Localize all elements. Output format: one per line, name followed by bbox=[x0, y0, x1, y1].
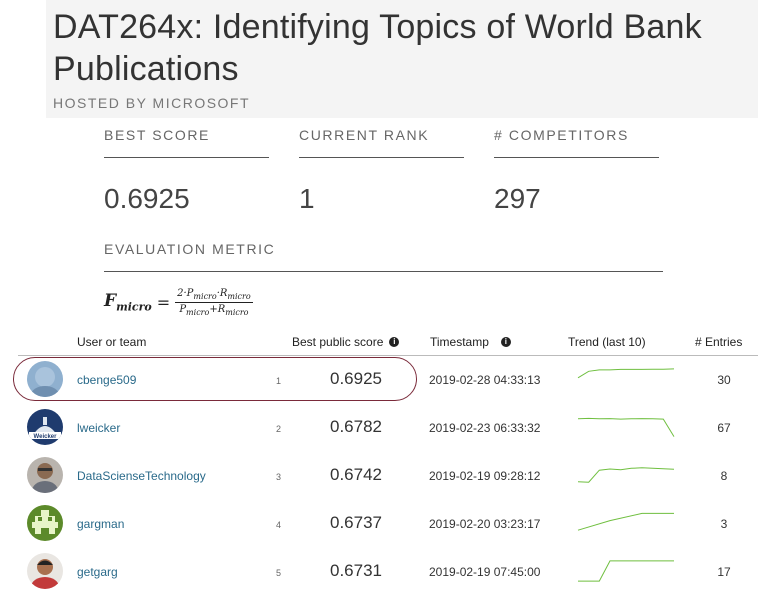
denominator-plus: +R bbox=[209, 303, 226, 315]
trend-line bbox=[577, 467, 675, 483]
hosted-by-label: HOSTED BY MICROSOFT bbox=[53, 95, 251, 111]
competition-title: DAT264x: Identifying Topics of World Ban… bbox=[53, 8, 702, 88]
rank-number: 4 bbox=[276, 520, 282, 530]
best-public-score: 0.6782 bbox=[330, 417, 382, 436]
timestamp: 2019-02-28 04:33:13 bbox=[429, 373, 541, 387]
competition-header: DAT264x: Identifying Topics of World Ban… bbox=[46, 0, 758, 118]
entries-count: 3 bbox=[720, 517, 728, 531]
competitors-rule bbox=[494, 157, 659, 158]
info-icon[interactable]: i bbox=[500, 337, 511, 347]
denominator-sub-1: micro bbox=[186, 307, 210, 317]
highlight-outline bbox=[13, 357, 417, 401]
formula-fraction: 2·Pmicro·Rmicro Pmicro+Rmicro bbox=[175, 288, 253, 317]
table-row: gargman 4 0.6737 2019-02-20 03:23:17 3 bbox=[0, 500, 762, 548]
competitors-label: # COMPETITORS bbox=[494, 127, 629, 143]
table-row: getgarg 5 0.6731 2019-02-19 07:45:00 17 bbox=[0, 548, 762, 596]
entries-count: 67 bbox=[717, 421, 731, 435]
formula-lhs: Fmicro bbox=[104, 291, 152, 313]
avatar[interactable] bbox=[27, 553, 63, 589]
formula-equals: = bbox=[156, 292, 171, 312]
timestamp: 2019-02-20 03:23:17 bbox=[429, 517, 541, 531]
username-link[interactable]: DataScienseTechnology bbox=[77, 469, 206, 483]
table-row: Weicker lweicker 2 0.6782 2019-02-23 06:… bbox=[0, 404, 762, 452]
username-link[interactable]: gargman bbox=[77, 517, 124, 531]
timestamp: 2019-02-23 06:33:32 bbox=[429, 421, 541, 435]
info-icon[interactable]: i bbox=[389, 337, 400, 347]
timestamp: 2019-02-19 09:28:12 bbox=[429, 469, 541, 483]
trend-sparkline bbox=[577, 417, 675, 437]
trend-line bbox=[577, 417, 675, 437]
column-header-entries[interactable]: # Entries bbox=[695, 335, 742, 349]
entries-count: 8 bbox=[720, 469, 728, 483]
column-header-entries-label: # Entries bbox=[695, 335, 743, 349]
column-header-user-label: User or team bbox=[77, 335, 147, 349]
best-score-rule bbox=[104, 157, 269, 158]
entries-count: 17 bbox=[717, 565, 731, 579]
trend-line bbox=[577, 368, 675, 379]
column-header-user[interactable]: User or team bbox=[77, 335, 146, 349]
competitors-value: 297 bbox=[494, 183, 541, 214]
formula-numerator: 2·Pmicro·Rmicro bbox=[175, 288, 253, 303]
column-header-best-score[interactable]: Best public score i bbox=[292, 335, 400, 349]
avatar[interactable]: Weicker bbox=[27, 409, 63, 445]
trend-sparkline bbox=[577, 512, 674, 531]
username-link[interactable]: lweicker bbox=[77, 421, 120, 435]
avatar[interactable] bbox=[27, 505, 63, 541]
column-header-trend: Trend (last 10) bbox=[568, 335, 646, 349]
current-rank-label: CURRENT RANK bbox=[299, 127, 430, 143]
avatar[interactable] bbox=[27, 457, 63, 493]
best-public-score: 0.6731 bbox=[330, 561, 382, 580]
best-public-score: 0.6737 bbox=[330, 513, 382, 532]
numerator-mid: ·R bbox=[216, 287, 228, 299]
best-public-score: 0.6742 bbox=[330, 465, 382, 484]
column-header-timestamp-label: Timestamp bbox=[430, 335, 489, 349]
formula-f: F bbox=[104, 290, 117, 311]
trend-line bbox=[578, 560, 674, 582]
username-link[interactable]: getgarg bbox=[77, 565, 118, 579]
trend-sparkline bbox=[577, 368, 675, 379]
trend-sparkline bbox=[577, 467, 675, 483]
table-row: DataScienseTechnology 3 0.6742 2019-02-1… bbox=[0, 452, 762, 500]
numerator-sub-1: micro bbox=[193, 291, 217, 301]
numerator-sub-2: micro bbox=[227, 291, 251, 301]
current-rank-value: 1 bbox=[299, 183, 315, 214]
evaluation-metric-rule bbox=[104, 271, 663, 272]
column-header-trend-label: Trend (last 10) bbox=[568, 335, 646, 349]
rank-number: 3 bbox=[276, 472, 282, 482]
timestamp: 2019-02-19 07:45:00 bbox=[429, 565, 541, 579]
rank-number: 5 bbox=[276, 568, 282, 578]
formula-f-sub: micro bbox=[116, 300, 152, 314]
svg-text:Weicker: Weicker bbox=[34, 434, 58, 440]
trend-line bbox=[577, 512, 674, 531]
denominator-sub-2: micro bbox=[225, 307, 249, 317]
entries-count: 30 bbox=[717, 373, 731, 387]
numerator-text: 2·P bbox=[177, 287, 194, 299]
column-header-timestamp[interactable]: Timestamp i bbox=[430, 335, 511, 349]
best-score-label: BEST SCORE bbox=[104, 127, 210, 143]
best-score-value: 0.6925 bbox=[104, 183, 190, 214]
column-header-best-score-label: Best public score bbox=[292, 335, 384, 349]
formula-denominator: Pmicro+Rmicro bbox=[179, 303, 248, 317]
f-micro-formula: Fmicro = 2·Pmicro·Rmicro Pmicro+Rmicro bbox=[104, 284, 253, 320]
rank-number: 2 bbox=[276, 424, 282, 434]
current-rank-rule bbox=[299, 157, 464, 158]
evaluation-metric-label: EVALUATION METRIC bbox=[104, 241, 276, 257]
trend-sparkline bbox=[578, 560, 674, 582]
